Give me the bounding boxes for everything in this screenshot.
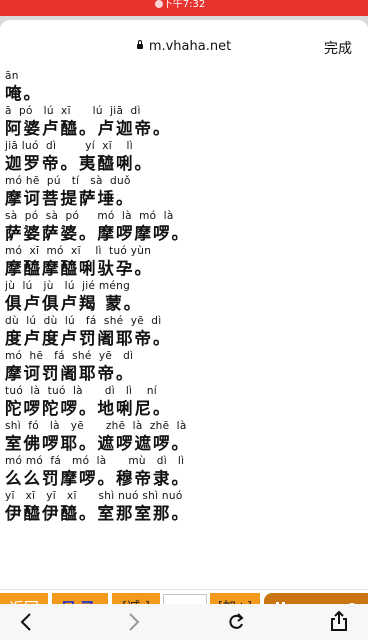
hanzi-line: 陀啰陀啰。地唎尼。	[5, 399, 172, 418]
chevron-right-icon[interactable]	[128, 613, 140, 631]
pinyin-line: jiā luó dì yí xī lì	[5, 140, 133, 152]
pinyin-line: tuó là tuó là dì lì ní	[5, 385, 157, 397]
url-bar[interactable]: m.vhaha.net	[0, 39, 368, 54]
pinyin-line: sà pó sà pó mó là mó là	[5, 210, 174, 222]
hanzi-line: 萨婆萨婆。摩啰摩啰。	[5, 224, 190, 243]
pinyin-line: mó hē pú tí sà duǒ	[5, 175, 131, 187]
verse-row: mó hē fá shé yē dì 摩诃罚阇耶帝。	[5, 350, 365, 385]
verse-row: shì fó là yē zhē là zhē là 室佛啰耶。遮啰遮啰。	[5, 420, 365, 455]
verse-row: jù lú jù lú jié méng 俱卢俱卢羯 蒙。	[5, 280, 365, 315]
verse-row: tuó là tuó là dì lì ní 陀啰陀啰。地唎尼。	[5, 385, 365, 420]
verse-row: dù lú dù lú fá shé yē dì 度卢度卢罚阇耶帝。	[5, 315, 365, 350]
hanzi-line: 俱卢俱卢羯 蒙。	[5, 294, 143, 313]
verse-row: mó xī mó xī lì tuó yùn 摩醯摩醯唎驮孕。	[5, 245, 365, 280]
lock-icon	[136, 40, 143, 49]
status-time: 下午7:32	[162, 0, 206, 10]
hanzi-line: 迦罗帝。夷醯唎。	[5, 154, 153, 173]
status-bar: 下午7:32	[0, 0, 368, 16]
hanzi-line: 摩诃菩提萨埵。	[5, 189, 135, 208]
chevron-left-icon[interactable]	[20, 613, 32, 631]
url-text: m.vhaha.net	[148, 39, 232, 54]
browser-toolbar: m.vhaha.net 完成	[0, 20, 368, 64]
browser-sheet: m.vhaha.net 完成 ān 唵。 ā pó lú xī lú jiā dì 阿…	[0, 20, 368, 618]
pinyin-line: shì fó là yē zhē là zhē là	[5, 420, 187, 432]
browser-nav-bar	[0, 604, 368, 640]
hanzi-line: 摩醯摩醯唎驮孕。	[5, 259, 153, 278]
pinyin-line: mó mó fá mó là mù dì lì	[5, 455, 185, 467]
verse-row: yī xī yī xī shì nuó shì nuó 伊醯伊醯。室那室那。	[5, 490, 365, 525]
pinyin-line: mó xī mó xī lì tuó yùn	[5, 245, 152, 257]
verse-content: ān 唵。 ā pó lú xī lú jiā dì 阿婆卢醯。卢迦帝。 jiā luó…	[5, 70, 365, 525]
verse-row: sà pó sà pó mó là mó là 萨婆萨婆。摩啰摩啰。	[5, 210, 365, 245]
hanzi-line: 度卢度卢罚阇耶帝。	[5, 329, 172, 348]
hanzi-line: 唵。	[5, 84, 42, 103]
pinyin-line: yī xī yī xī shì nuó shì nuó	[5, 490, 183, 502]
hanzi-line: 室佛啰耶。遮啰遮啰。	[5, 434, 190, 453]
pinyin-line: dù lú dù lú fá shé yē dì	[5, 315, 162, 327]
hanzi-line: 么么罚摩啰。穆帝隶。	[5, 469, 190, 488]
reload-icon[interactable]	[226, 612, 246, 632]
pinyin-line: ān	[5, 70, 19, 82]
verse-row: mó mó fá mó là mù dì lì 么么罚摩啰。穆帝隶。	[5, 455, 365, 490]
verse-row: ā pó lú xī lú jiā dì 阿婆卢醯。卢迦帝。	[5, 105, 365, 140]
pinyin-line: mó hē fá shé yē dì	[5, 350, 134, 362]
hanzi-line: 阿婆卢醯。卢迦帝。	[5, 119, 172, 138]
share-icon[interactable]	[330, 610, 348, 632]
hanzi-line: 伊醯伊醯。室那室那。	[5, 504, 190, 523]
verse-row: mó hē pú tí sà duǒ 摩诃菩提萨埵。	[5, 175, 365, 210]
done-button[interactable]: 完成	[324, 38, 352, 58]
hanzi-line: 摩诃罚阇耶帝。	[5, 364, 135, 383]
pinyin-line: ā pó lú xī lú jiā dì	[5, 105, 141, 117]
verse-row: jiā luó dì yí xī lì 迦罗帝。夷醯唎。	[5, 140, 365, 175]
verse-row: ān 唵。	[5, 70, 365, 105]
pinyin-line: jù lú jù lú jié méng	[5, 280, 131, 292]
